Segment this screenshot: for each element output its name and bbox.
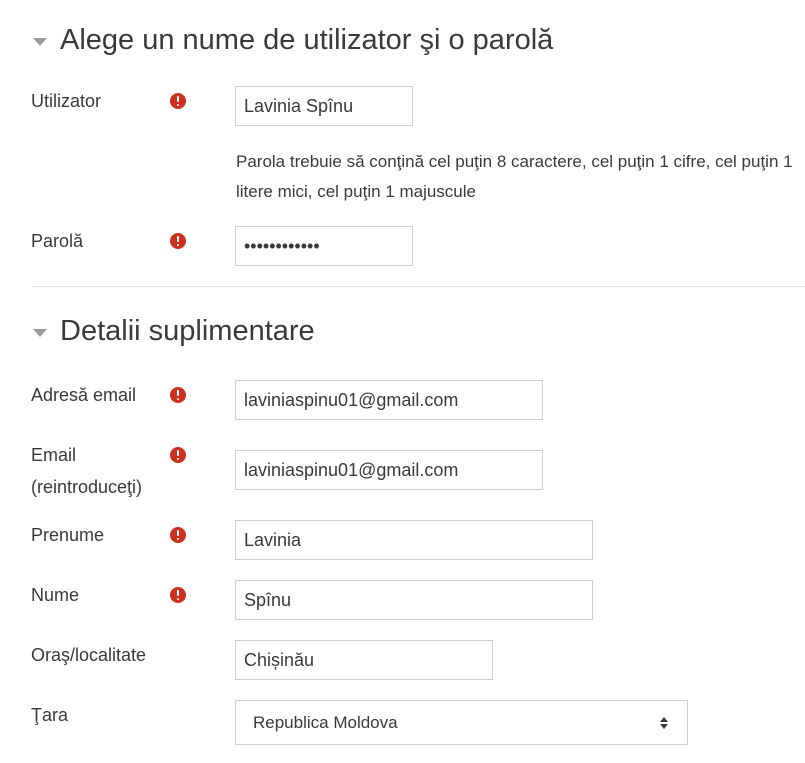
section-divider — [33, 286, 805, 287]
section-header-details[interactable]: Detalii suplimentare — [33, 315, 315, 348]
required-icon — [170, 447, 186, 463]
required-icon — [170, 233, 186, 249]
section-title-details: Detalii suplimentare — [60, 315, 315, 347]
country-select[interactable]: Republica Moldova — [235, 700, 688, 745]
select-updown-icon — [659, 716, 669, 729]
email-confirm-label-line2: (reintroduceţi) — [31, 477, 143, 497]
email-confirm-input[interactable] — [235, 450, 543, 490]
required-icon — [170, 587, 186, 603]
section-title-account: Alege un nume de utilizator şi o parolă — [60, 24, 554, 56]
required-icon — [170, 387, 186, 403]
email-input[interactable] — [235, 380, 543, 420]
city-label: Oraş/localitate — [31, 645, 147, 665]
city-input[interactable] — [235, 640, 493, 680]
required-icon — [170, 527, 186, 543]
password-policy-help: Parola trebuie să conţină cel puţin 8 ca… — [236, 152, 793, 201]
email-label: Adresă email — [31, 385, 137, 405]
password-label: Parolă — [31, 231, 84, 251]
email-confirm-label-line1: Email — [31, 445, 77, 465]
username-label: Utilizator — [31, 91, 102, 111]
username-input[interactable] — [235, 86, 413, 126]
section-header-account[interactable]: Alege un nume de utilizator şi o parolă — [33, 24, 553, 57]
firstname-label: Prenume — [31, 525, 105, 545]
lastname-label: Nume — [31, 585, 80, 605]
required-icon — [170, 93, 186, 109]
firstname-input[interactable] — [235, 520, 593, 560]
country-select-value: Republica Moldova — [253, 712, 398, 732]
lastname-input[interactable] — [235, 580, 593, 620]
caret-down-icon — [33, 37, 47, 46]
country-label: Ţara — [31, 705, 69, 725]
caret-down-icon — [33, 328, 47, 337]
password-input[interactable] — [235, 226, 413, 266]
